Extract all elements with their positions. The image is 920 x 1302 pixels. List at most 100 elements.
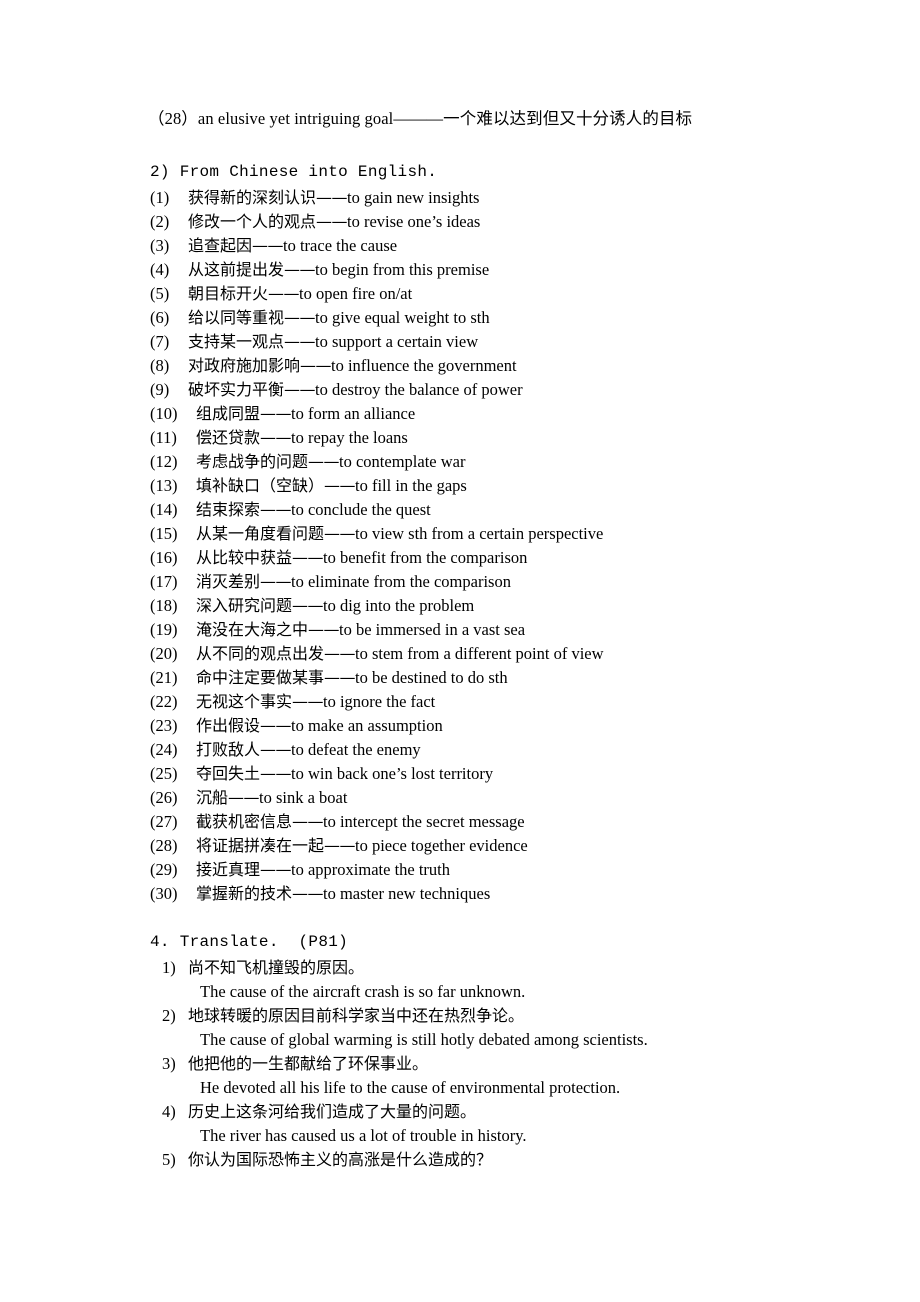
- vocabulary-item-number: (4): [150, 260, 170, 279]
- vocabulary-item-number: (16): [150, 548, 178, 567]
- vocabulary-item: (18) 深入研究问题——to dig into the problem: [150, 594, 604, 618]
- vocabulary-item-english: to sink a boat: [259, 788, 348, 807]
- vocabulary-list: (1) 获得新的深刻认识——to gain new insights (2) 修改一个…: [150, 186, 604, 906]
- vocabulary-item-body: 支持某一观点——to support a certain view: [188, 330, 478, 354]
- vocabulary-item-number: (3): [150, 236, 170, 255]
- vocabulary-item-english: to piece together evidence: [355, 836, 528, 855]
- translate-item: 2) 地球转暖的原因目前科学家当中还在热烈争论。 The cause of glob…: [150, 1004, 648, 1052]
- translate-item-english: The river has caused us a lot of trouble…: [200, 1126, 527, 1145]
- vocabulary-item: (2) 修改一个人的观点——to revise one’s ideas: [150, 210, 604, 234]
- vocabulary-item: (21) 命中注定要做某事——to be destined to do sth: [150, 666, 604, 690]
- vocabulary-item-english: to make an assumption: [291, 716, 443, 735]
- vocabulary-item-body: 对政府施加影响——to influence the government: [188, 354, 517, 378]
- vocabulary-item-number: (22): [150, 692, 178, 711]
- vocabulary-item-separator: ——: [260, 572, 292, 591]
- vocabulary-item-body: 从这前提出发——to begin from this premise: [188, 258, 489, 282]
- vocabulary-item-number: (13): [150, 476, 178, 495]
- vocabulary-item: (23) 作出假设——to make an assumption: [150, 714, 604, 738]
- vocabulary-item-english: to defeat the enemy: [291, 740, 421, 759]
- vocabulary-item-chinese: 追查起因: [188, 236, 253, 255]
- vocabulary-item-separator: ——: [316, 212, 348, 231]
- vocabulary-item-english: to influence the government: [331, 356, 517, 375]
- vocabulary-item-number: (27): [150, 812, 178, 831]
- vocabulary-item-chinese: 深入研究问题: [196, 596, 293, 615]
- vocabulary-item-number: (9): [150, 380, 170, 399]
- vocabulary-item-english: to fill in the gaps: [355, 476, 467, 495]
- vocabulary-item-body: 从比较中获益——to benefit from the comparison: [196, 546, 527, 570]
- vocabulary-item-body: 修改一个人的观点——to revise one’s ideas: [188, 210, 480, 234]
- vocabulary-item-separator: ——: [260, 428, 292, 447]
- translate-item-chinese: 你认为国际恐怖主义的高涨是什么造成的？: [188, 1150, 493, 1169]
- vocabulary-item-body: 破坏实力平衡——to destroy the balance of power: [188, 378, 523, 402]
- vocabulary-item-separator: ——: [260, 404, 292, 423]
- section-heading-translate: 4. Translate. (P81): [150, 933, 349, 951]
- vocabulary-item-number: (23): [150, 716, 178, 735]
- translate-item-number: 3): [162, 1054, 176, 1073]
- vocabulary-item-separator: ——: [228, 788, 260, 807]
- vocabulary-item-chinese: 朝目标开火: [188, 284, 269, 303]
- translate-item-english: He devoted all his life to the cause of …: [200, 1078, 621, 1097]
- vocabulary-item-english: to benefit from the comparison: [323, 548, 528, 567]
- vocabulary-item-number: (17): [150, 572, 178, 591]
- translate-item-prompt: 3) 他把他的一生都献给了环保事业。: [150, 1052, 648, 1076]
- vocabulary-item-number: (14): [150, 500, 178, 519]
- vocabulary-item-english: to begin from this premise: [315, 260, 490, 279]
- translate-item: 5) 你认为国际恐怖主义的高涨是什么造成的？: [150, 1148, 648, 1172]
- vocabulary-item-english: to support a certain view: [315, 332, 479, 351]
- translate-item-number: 2): [162, 1006, 176, 1025]
- vocabulary-item-body: 截获机密信息——to intercept the secret message: [196, 810, 525, 834]
- translate-item: 1) 尚不知飞机撞毁的原因。 The cause of the aircraft c…: [150, 956, 648, 1004]
- vocabulary-item-body: 掌握新的技术——to master new techniques: [196, 882, 490, 906]
- vocab-item-28-continued: （28）an elusive yet intriguing goal———一个难…: [148, 109, 693, 128]
- vocabulary-item: (5) 朝目标开火——to open fire on/at: [150, 282, 604, 306]
- vocabulary-item-chinese: 打败敌人: [196, 740, 261, 759]
- vocabulary-item-separator: ——: [324, 668, 356, 687]
- vocabulary-item-english: to dig into the problem: [323, 596, 475, 615]
- translate-item-prompt: 5) 你认为国际恐怖主义的高涨是什么造成的？: [150, 1148, 648, 1172]
- vocabulary-item-chinese: 命中注定要做某事: [196, 668, 325, 687]
- vocabulary-item: (9) 破坏实力平衡——to destroy the balance of pow…: [150, 378, 604, 402]
- vocabulary-item-chinese: 消灭差别: [196, 572, 261, 591]
- vocabulary-item-chinese: 从比较中获益: [196, 548, 293, 567]
- vocabulary-item: (1) 获得新的深刻认识——to gain new insights: [150, 186, 604, 210]
- vocabulary-item-chinese: 无视这个事实: [196, 692, 293, 711]
- vocabulary-item: (13) 填补缺口（空缺）——to fill in the gaps: [150, 474, 604, 498]
- vocabulary-item-chinese: 从不同的观点出发: [196, 644, 325, 663]
- vocabulary-item-number: (25): [150, 764, 178, 783]
- vocabulary-item-chinese: 截获机密信息: [196, 812, 293, 831]
- vocabulary-item-number: (8): [150, 356, 170, 375]
- vocabulary-item-chinese: 组成同盟: [196, 404, 261, 423]
- vocabulary-item-separator: ——: [292, 596, 324, 615]
- vocabulary-item-body: 偿还贷款——to repay the loans: [196, 426, 408, 450]
- vocabulary-item-body: 打败敌人——to defeat the enemy: [196, 738, 421, 762]
- vocabulary-item-chinese: 淹没在大海之中: [196, 620, 309, 639]
- vocabulary-item-english: to open fire on/at: [299, 284, 413, 303]
- vocabulary-item-number: (6): [150, 308, 170, 327]
- vocabulary-item-chinese: 将证据拼凑在一起: [196, 836, 325, 855]
- vocabulary-item-chinese: 从某一角度看问题: [196, 524, 325, 543]
- vocabulary-item-english: to be destined to do sth: [355, 668, 508, 687]
- vocabulary-item-chinese: 支持某一观点: [188, 332, 285, 351]
- vocabulary-item-number: (10): [150, 404, 178, 423]
- vocabulary-item-separator: ——: [324, 476, 356, 495]
- vocabulary-item: (6) 给以同等重视——to give equal weight to sth: [150, 306, 604, 330]
- vocabulary-item-english: to eliminate from the comparison: [291, 572, 511, 591]
- vocabulary-item-body: 朝目标开火——to open fire on/at: [188, 282, 412, 306]
- vocabulary-item-body: 消灭差别——to eliminate from the comparison: [196, 570, 511, 594]
- vocabulary-item-number: (12): [150, 452, 178, 471]
- vocabulary-item-chinese: 获得新的深刻认识: [188, 188, 317, 207]
- translate-item-prompt: 4) 历史上这条河给我们造成了大量的问题。: [150, 1100, 648, 1124]
- vocabulary-item-body: 沉船——to sink a boat: [196, 786, 347, 810]
- vocabulary-item-separator: ——: [260, 716, 292, 735]
- vocabulary-item-body: 作出假设——to make an assumption: [196, 714, 443, 738]
- vocabulary-item: (24) 打败敌人——to defeat the enemy: [150, 738, 604, 762]
- vocabulary-item-english: to approximate the truth: [291, 860, 451, 879]
- vocabulary-item-chinese: 考虑战争的问题: [196, 452, 309, 471]
- vocabulary-item-english: to view sth from a certain perspective: [355, 524, 604, 543]
- vocabulary-item-body: 深入研究问题——to dig into the problem: [196, 594, 474, 618]
- vocabulary-item-separator: ——: [252, 236, 284, 255]
- vocabulary-item-separator: ——: [308, 620, 340, 639]
- vocabulary-item-chinese: 夺回失土: [196, 764, 261, 783]
- vocabulary-item-chinese: 作出假设: [196, 716, 261, 735]
- vocabulary-item-chinese: 填补缺口（空缺）: [196, 476, 325, 495]
